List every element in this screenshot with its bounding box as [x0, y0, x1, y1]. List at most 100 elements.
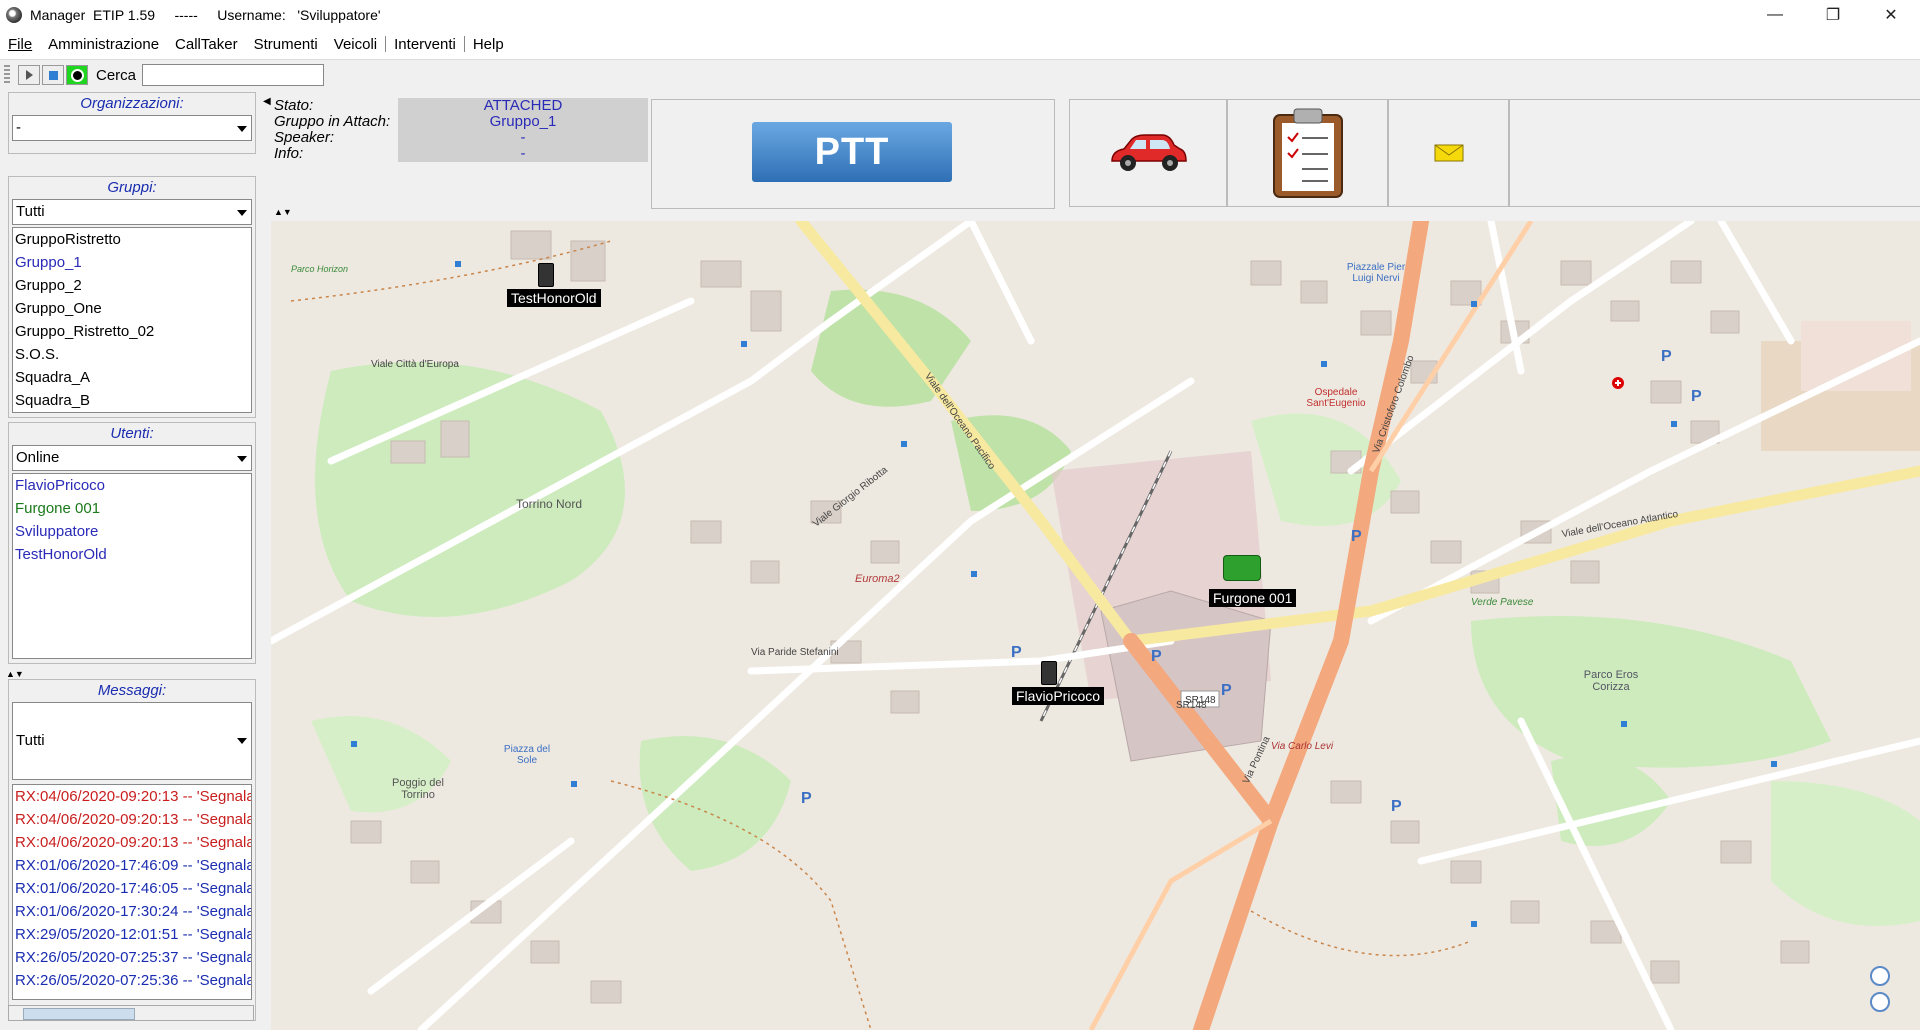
place-label: Piazzale Pier Luigi Nervi — [1346, 262, 1406, 284]
messages-scrollbar[interactable] — [8, 1005, 254, 1021]
utenti-item[interactable]: Sviluppatore — [13, 520, 251, 543]
svg-text:P: P — [1691, 388, 1702, 405]
title-bar: Manager ETIP 1.59 ----- Username: 'Svilu… — [0, 0, 1920, 29]
phone-marker-icon[interactable] — [538, 263, 554, 287]
vehicles-button[interactable] — [1069, 99, 1227, 207]
message-item[interactable]: RX:29/05/2020-12:01:51 -- 'Segnalazi — [13, 923, 251, 946]
toolbar-empty-area — [1509, 99, 1920, 207]
utenti-selected: Online — [16, 449, 60, 466]
gruppi-select[interactable]: Tutti — [12, 199, 252, 225]
message-item[interactable]: RX:01/06/2020-17:46:09 -- 'Segnalazi — [13, 854, 251, 877]
svg-text:P: P — [1661, 348, 1672, 365]
road-label: Via Carlo Levi — [1271, 741, 1334, 752]
utenti-item[interactable]: FlavioPricoco — [13, 474, 251, 497]
svg-text:P: P — [801, 790, 812, 807]
utenti-panel: Utenti: Online FlavioPricoco Furgone 001… — [8, 422, 256, 664]
van-marker-icon[interactable] — [1223, 555, 1261, 581]
status-row: Speaker: - — [274, 130, 654, 146]
gruppi-title: Gruppi: — [107, 179, 157, 196]
splitter-arrows-icon[interactable]: ▲▼ — [274, 207, 292, 217]
marker-label-furgone-001[interactable]: Furgone 001 — [1209, 589, 1297, 607]
menu-interventi[interactable]: Interventi — [386, 36, 464, 53]
speaker-label: Speaker: — [274, 129, 335, 146]
splitter-arrows-icon[interactable]: ▲▼ — [6, 669, 24, 679]
messages-button[interactable] — [1388, 99, 1509, 207]
messaggi-panel: Messaggi: Tutti RX:04/06/2020-09:20:13 -… — [8, 679, 256, 1021]
road-label: Via Paride Stefanini — [751, 647, 839, 658]
map-canvas[interactable]: P P P P P P P P SR148 — [271, 221, 1920, 1030]
utenti-item[interactable]: Furgone 001 — [13, 497, 251, 520]
maximize-button[interactable]: ❐ — [1804, 0, 1862, 29]
gruppi-item[interactable]: S.O.S. — [13, 343, 251, 366]
scrollbar-thumb[interactable] — [23, 1008, 135, 1020]
place-label: Parco Horizon — [291, 264, 349, 274]
menu-amministrazione[interactable]: Amministrazione — [40, 36, 167, 53]
messaggi-selected: Tutti — [16, 732, 45, 749]
message-item[interactable]: RX:04/06/2020-09:20:13 -- 'Segnalazi — [13, 808, 251, 831]
message-item[interactable]: RX:01/06/2020-17:30:24 -- 'Segnalazi — [13, 900, 251, 923]
toolbar: Cerca — [0, 59, 1920, 90]
status-row: Stato: ATTACHED — [274, 98, 654, 114]
left-panel: Organizzazioni: - Gruppi: Tutti GruppoRi… — [0, 89, 262, 1030]
menu-strumenti[interactable]: Strumenti — [246, 36, 326, 53]
utenti-select[interactable]: Online — [12, 445, 252, 471]
svg-text:P: P — [1351, 528, 1362, 545]
svg-text:P: P — [1151, 648, 1162, 665]
chevron-down-icon — [237, 738, 247, 744]
window-title: Manager ETIP 1.59 ----- Username: 'Svilu… — [30, 6, 381, 23]
utenti-item[interactable]: TestHonorOld — [13, 543, 251, 566]
road-label: SR148 — [1176, 700, 1207, 711]
ptt-panel: PTT — [651, 99, 1055, 209]
gruppi-item[interactable]: Gruppo_One — [13, 297, 251, 320]
place-label: Piazza del Sole — [503, 744, 551, 766]
place-label: Torrino Nord — [516, 497, 583, 511]
message-item[interactable]: RX:01/06/2020-17:46:05 -- 'Segnalazi — [13, 877, 251, 900]
organizzazioni-title: Organizzazioni: — [80, 95, 184, 112]
collapse-left-icon[interactable]: ◀ — [263, 96, 271, 107]
interventions-button[interactable] — [1227, 99, 1388, 207]
menu-bar: File Amministrazione CallTaker Strumenti… — [0, 29, 1920, 59]
record-icon — [70, 68, 84, 82]
app-globe-icon — [6, 6, 22, 23]
search-input[interactable] — [142, 64, 325, 86]
menu-help[interactable]: Help — [465, 36, 512, 53]
status-row: Info: - — [274, 146, 654, 162]
close-button[interactable]: ✕ — [1862, 0, 1920, 29]
play-icon — [25, 70, 33, 80]
gruppi-item[interactable]: Gruppo_1 — [13, 251, 251, 274]
map-view[interactable]: P P P P P P P P SR148 Torrino Nord Euroma2 O… — [271, 221, 1920, 1030]
message-item[interactable]: RX:26/05/2020-07:25:36 -- 'Segnalazi — [13, 969, 251, 992]
message-item[interactable]: RX:26/05/2020-07:25:37 -- 'Segnalazi — [13, 946, 251, 969]
marker-label-flaviopricoco[interactable]: FlavioPricoco — [1012, 687, 1105, 705]
gruppi-item[interactable]: Squadra_A — [13, 366, 251, 389]
message-item[interactable]: RX:04/06/2020-09:20:13 -- 'Segnalazi — [13, 785, 251, 808]
menu-file[interactable]: File — [0, 36, 40, 53]
svg-text:P: P — [1011, 644, 1022, 661]
utenti-list: FlavioPricoco Furgone 001 Sviluppatore T… — [12, 473, 252, 659]
stato-label: Stato: — [274, 97, 314, 114]
phone-marker-icon[interactable] — [1041, 661, 1057, 685]
speaker-value: - — [398, 130, 648, 146]
gruppi-item[interactable]: Gruppo_2 — [13, 274, 251, 297]
place-label: Verde Pavese — [1471, 597, 1534, 608]
organizzazioni-selected: - — [16, 119, 21, 136]
zoom-out-icon[interactable] — [1870, 966, 1890, 986]
play-button[interactable] — [18, 65, 40, 85]
minimize-button[interactable]: — — [1746, 0, 1804, 29]
gruppi-item[interactable]: Squadra_B — [13, 389, 251, 412]
menu-veicoli[interactable]: Veicoli — [326, 36, 385, 53]
svg-text:P: P — [1221, 682, 1232, 699]
stop-button[interactable] — [42, 65, 64, 85]
organizzazioni-select[interactable]: - — [12, 115, 252, 141]
status-panel: Stato: ATTACHED Gruppo in Attach: Gruppo_1… — [274, 98, 654, 186]
marker-label-testhonorold[interactable]: TestHonorOld — [507, 289, 601, 307]
gruppi-item[interactable]: GruppoRistretto — [13, 228, 251, 251]
menu-calltaker[interactable]: CallTaker — [167, 36, 246, 53]
messaggi-select[interactable]: Tutti — [12, 702, 252, 780]
chevron-down-icon — [237, 456, 247, 462]
ptt-button[interactable]: PTT — [752, 122, 952, 182]
gruppi-item[interactable]: Gruppo_Ristretto_02 — [13, 320, 251, 343]
record-button[interactable] — [66, 65, 88, 85]
message-item[interactable]: RX:04/06/2020-09:20:13 -- 'Segnalazi — [13, 831, 251, 854]
zoom-in-icon[interactable] — [1870, 992, 1890, 1012]
